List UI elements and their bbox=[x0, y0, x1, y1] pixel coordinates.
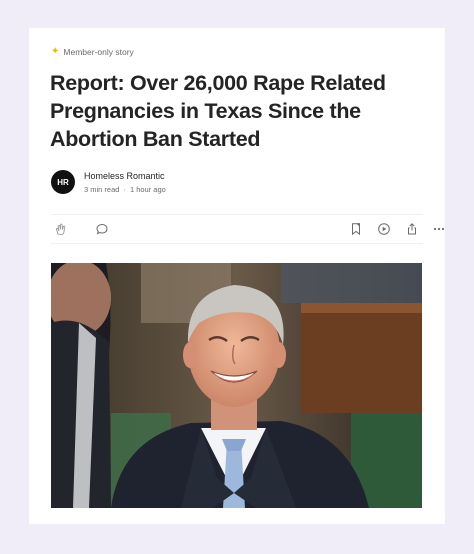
story-card: ✦ Member-only story Report: Over 26,000 … bbox=[29, 28, 445, 524]
author-row: HR Homeless Romantic 3 min read · 1 hour… bbox=[51, 170, 166, 194]
bookmark-icon[interactable] bbox=[349, 222, 363, 236]
posted-time: 1 hour ago bbox=[129, 184, 166, 194]
play-icon[interactable] bbox=[377, 222, 391, 236]
author-meta: Homeless Romantic 3 min read · 1 hour ag… bbox=[84, 171, 166, 194]
author-name[interactable]: Homeless Romantic bbox=[84, 171, 166, 181]
member-only-badge: ✦ Member-only story bbox=[51, 46, 134, 58]
svg-text:HR: HR bbox=[57, 178, 69, 187]
action-bar bbox=[51, 214, 445, 244]
meta-line: 3 min read · 1 hour ago bbox=[84, 185, 166, 194]
read-time: 3 min read bbox=[84, 184, 120, 194]
meta-separator: · bbox=[123, 184, 126, 194]
clap-icon[interactable] bbox=[54, 222, 68, 236]
member-only-label: Member-only story bbox=[63, 47, 134, 57]
share-icon[interactable] bbox=[405, 222, 419, 236]
avatar-logo-icon: HR bbox=[55, 177, 71, 187]
hero-photo bbox=[51, 263, 422, 508]
avatar[interactable]: HR bbox=[51, 170, 75, 194]
hero-photo-image bbox=[51, 263, 422, 508]
star-icon: ✦ bbox=[51, 46, 60, 57]
more-icon[interactable] bbox=[432, 222, 446, 236]
comment-icon[interactable] bbox=[95, 222, 109, 236]
story-title: Report: Over 26,000 Rape Related Pregnan… bbox=[50, 71, 386, 151]
